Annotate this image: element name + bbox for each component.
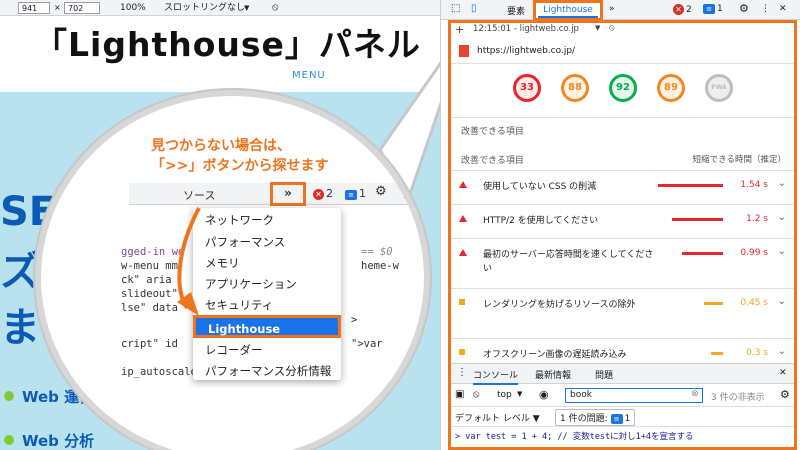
message-badge[interactable]: ≡ 1 — [703, 4, 723, 14]
tab-elements[interactable]: 要素 — [507, 4, 525, 17]
inspect-icon[interactable]: ⬚ — [451, 3, 460, 14]
fail-triangle-icon — [459, 249, 467, 256]
audit-value: 1.54 s — [740, 180, 768, 190]
eye-icon[interactable]: ◉ — [539, 388, 549, 401]
savings-bar — [682, 252, 723, 255]
fail-triangle-icon — [459, 181, 467, 188]
audit-row[interactable]: 使用していない CSS の削減 1.54 s ⌄ — [449, 170, 794, 204]
console-input[interactable]: > var test = 1 + 4; // 変数testに対し1+4を宣言する — [449, 428, 794, 444]
tab-console[interactable]: コンソール — [473, 368, 519, 385]
score-gauges: 33 88 92 89 PWA — [449, 64, 794, 118]
audit-row[interactable]: HTTP/2 を使用してください 1.2 s ⌄ — [449, 204, 794, 238]
section-heading: 改善できる項目 — [461, 127, 524, 137]
audit-value: 0.99 s — [740, 248, 768, 258]
score-gauge[interactable]: 88 — [561, 74, 589, 102]
error-badge[interactable]: ✕ 2 — [673, 4, 692, 15]
sidebar-toggle-icon[interactable]: ▣ — [455, 389, 464, 400]
close-icon[interactable]: ✕ — [779, 4, 787, 14]
report-select[interactable]: 12:15:01 - lightweb.co.jp — [473, 24, 579, 34]
clear-icon[interactable]: ⦸ — [609, 23, 615, 33]
report-url[interactable]: https://lightweb.co.jp/ — [477, 46, 575, 56]
column-header: 短縮できる時間（推定） — [692, 155, 786, 165]
section-subheading: 改善できる項目 — [461, 156, 524, 166]
clear-filter-icon[interactable]: ⊗ — [691, 389, 699, 399]
console-level-row: デフォルト レベル ▼ 1 件の問題: ≡ 1 — [449, 407, 794, 427]
new-report-button[interactable]: + — [455, 23, 464, 36]
score-gauge[interactable]: 33 — [513, 74, 541, 102]
fail-triangle-icon — [459, 215, 467, 222]
clear-console-icon[interactable]: ⦸ — [473, 389, 480, 400]
savings-bar — [672, 218, 723, 221]
message-icon: ≡ — [703, 4, 715, 14]
chevron-down-icon[interactable]: ▼ — [595, 24, 600, 32]
magnifier-callout: 見つからない場合は、 「>>」ボタンから探せます ソース » ✕ 2 ≡ 1 ⚙ ⋮… — [35, 90, 430, 450]
savings-bar — [704, 302, 723, 305]
warning-square-icon — [459, 299, 465, 305]
report-url-row: https://lightweb.co.jp/ — [449, 40, 794, 64]
devtools-tab-bar: ⬚ ▯ 要素 Lighthouse » ✕ 2 ≡ 1 ⚙ ⋮ ✕ — [441, 0, 800, 21]
chevron-down-icon[interactable]: ▼ — [517, 390, 522, 398]
audit-label: レンダリングを妨げるリソースの除外 — [483, 300, 636, 310]
audit-value: 0.45 s — [740, 298, 768, 308]
issues-label: 1 件の問題: — [560, 414, 608, 424]
error-icon: ✕ — [673, 4, 684, 15]
hidden-count: 3 件の非表示 — [711, 393, 765, 403]
devtools-panel: ⬚ ▯ 要素 Lighthouse » ✕ 2 ≡ 1 ⚙ ⋮ ✕ + 12:15:… — [440, 0, 800, 450]
context-select[interactable]: top — [497, 390, 512, 400]
console-drawer: ⋮ コンソール 最新情報 問題 ✕ ▣ ⦸ top ▼ ◉ book ⊗ 3 件… — [449, 363, 794, 447]
close-icon[interactable]: ✕ — [779, 368, 787, 378]
message-icon: ≡ — [610, 414, 623, 424]
tab-whats-new[interactable]: 最新情報 — [535, 368, 571, 381]
score-gauge[interactable]: 89 — [657, 74, 685, 102]
warning-square-icon — [459, 349, 465, 355]
issues-button[interactable]: 1 件の問題: ≡ 1 — [555, 409, 636, 426]
level-select[interactable]: デフォルト レベル ▼ — [455, 411, 540, 424]
kebab-menu-icon[interactable]: ⋮ — [761, 4, 770, 14]
console-toolbar: ▣ ⦸ top ▼ ◉ book ⊗ 3 件の非表示 ⚙ — [449, 385, 794, 407]
pointer-arrow — [177, 207, 201, 316]
savings-bar — [711, 352, 723, 355]
tab-lighthouse[interactable]: Lighthouse — [533, 0, 603, 21]
audit-value: 1.2 s — [746, 214, 768, 224]
report-selector: + 12:15:01 - lightweb.co.jp ▼ ⦸ — [449, 22, 794, 36]
lighthouse-logo-icon — [459, 45, 469, 57]
chevron-down-icon[interactable]: ⌄ — [778, 296, 786, 307]
gear-icon[interactable]: ⚙ — [739, 2, 749, 15]
score-gauge[interactable]: PWA — [705, 74, 733, 102]
chevron-down-icon[interactable]: ⌄ — [778, 346, 786, 357]
issues-count: 1 — [624, 414, 631, 424]
audit-row[interactable]: 最初のサーバー応答時間を速くしてください 0.99 s ⌄ — [449, 238, 794, 288]
chevron-down-icon[interactable]: ⌄ — [778, 246, 786, 257]
gear-icon[interactable]: ⚙ — [780, 388, 790, 401]
audit-row[interactable]: レンダリングを妨げるリソースの除外 0.45 s ⌄ — [449, 288, 794, 338]
error-count: 2 — [686, 5, 692, 15]
chevron-down-icon[interactable]: ⌄ — [778, 178, 786, 189]
audit-label: 使用していない CSS の削減 — [483, 182, 597, 192]
chevron-down-icon[interactable]: ⌄ — [778, 212, 786, 223]
score-gauge[interactable]: 92 — [609, 74, 637, 102]
audit-label: HTTP/2 を使用してください — [483, 216, 599, 226]
audit-value: 0.3 s — [746, 348, 768, 358]
message-count: 1 — [717, 4, 723, 14]
audit-label: 最初のサーバー応答時間を速くしてください — [483, 250, 654, 274]
more-tabs-button[interactable]: » — [609, 4, 615, 14]
device-toggle-icon[interactable]: ▯ — [471, 3, 477, 14]
console-code: > var test = 1 + 4; // 変数testに対し1+4を宣言する — [455, 432, 694, 442]
drawer-tabs: ⋮ コンソール 最新情報 問題 ✕ — [449, 364, 794, 385]
audit-label: オフスクリーン画像の遅延読み込み — [483, 350, 627, 360]
tab-issues[interactable]: 問題 — [595, 368, 613, 381]
filter-input[interactable]: book — [565, 388, 703, 403]
savings-bar — [658, 184, 723, 187]
drawer-menu-icon[interactable]: ⋮ — [457, 367, 467, 378]
